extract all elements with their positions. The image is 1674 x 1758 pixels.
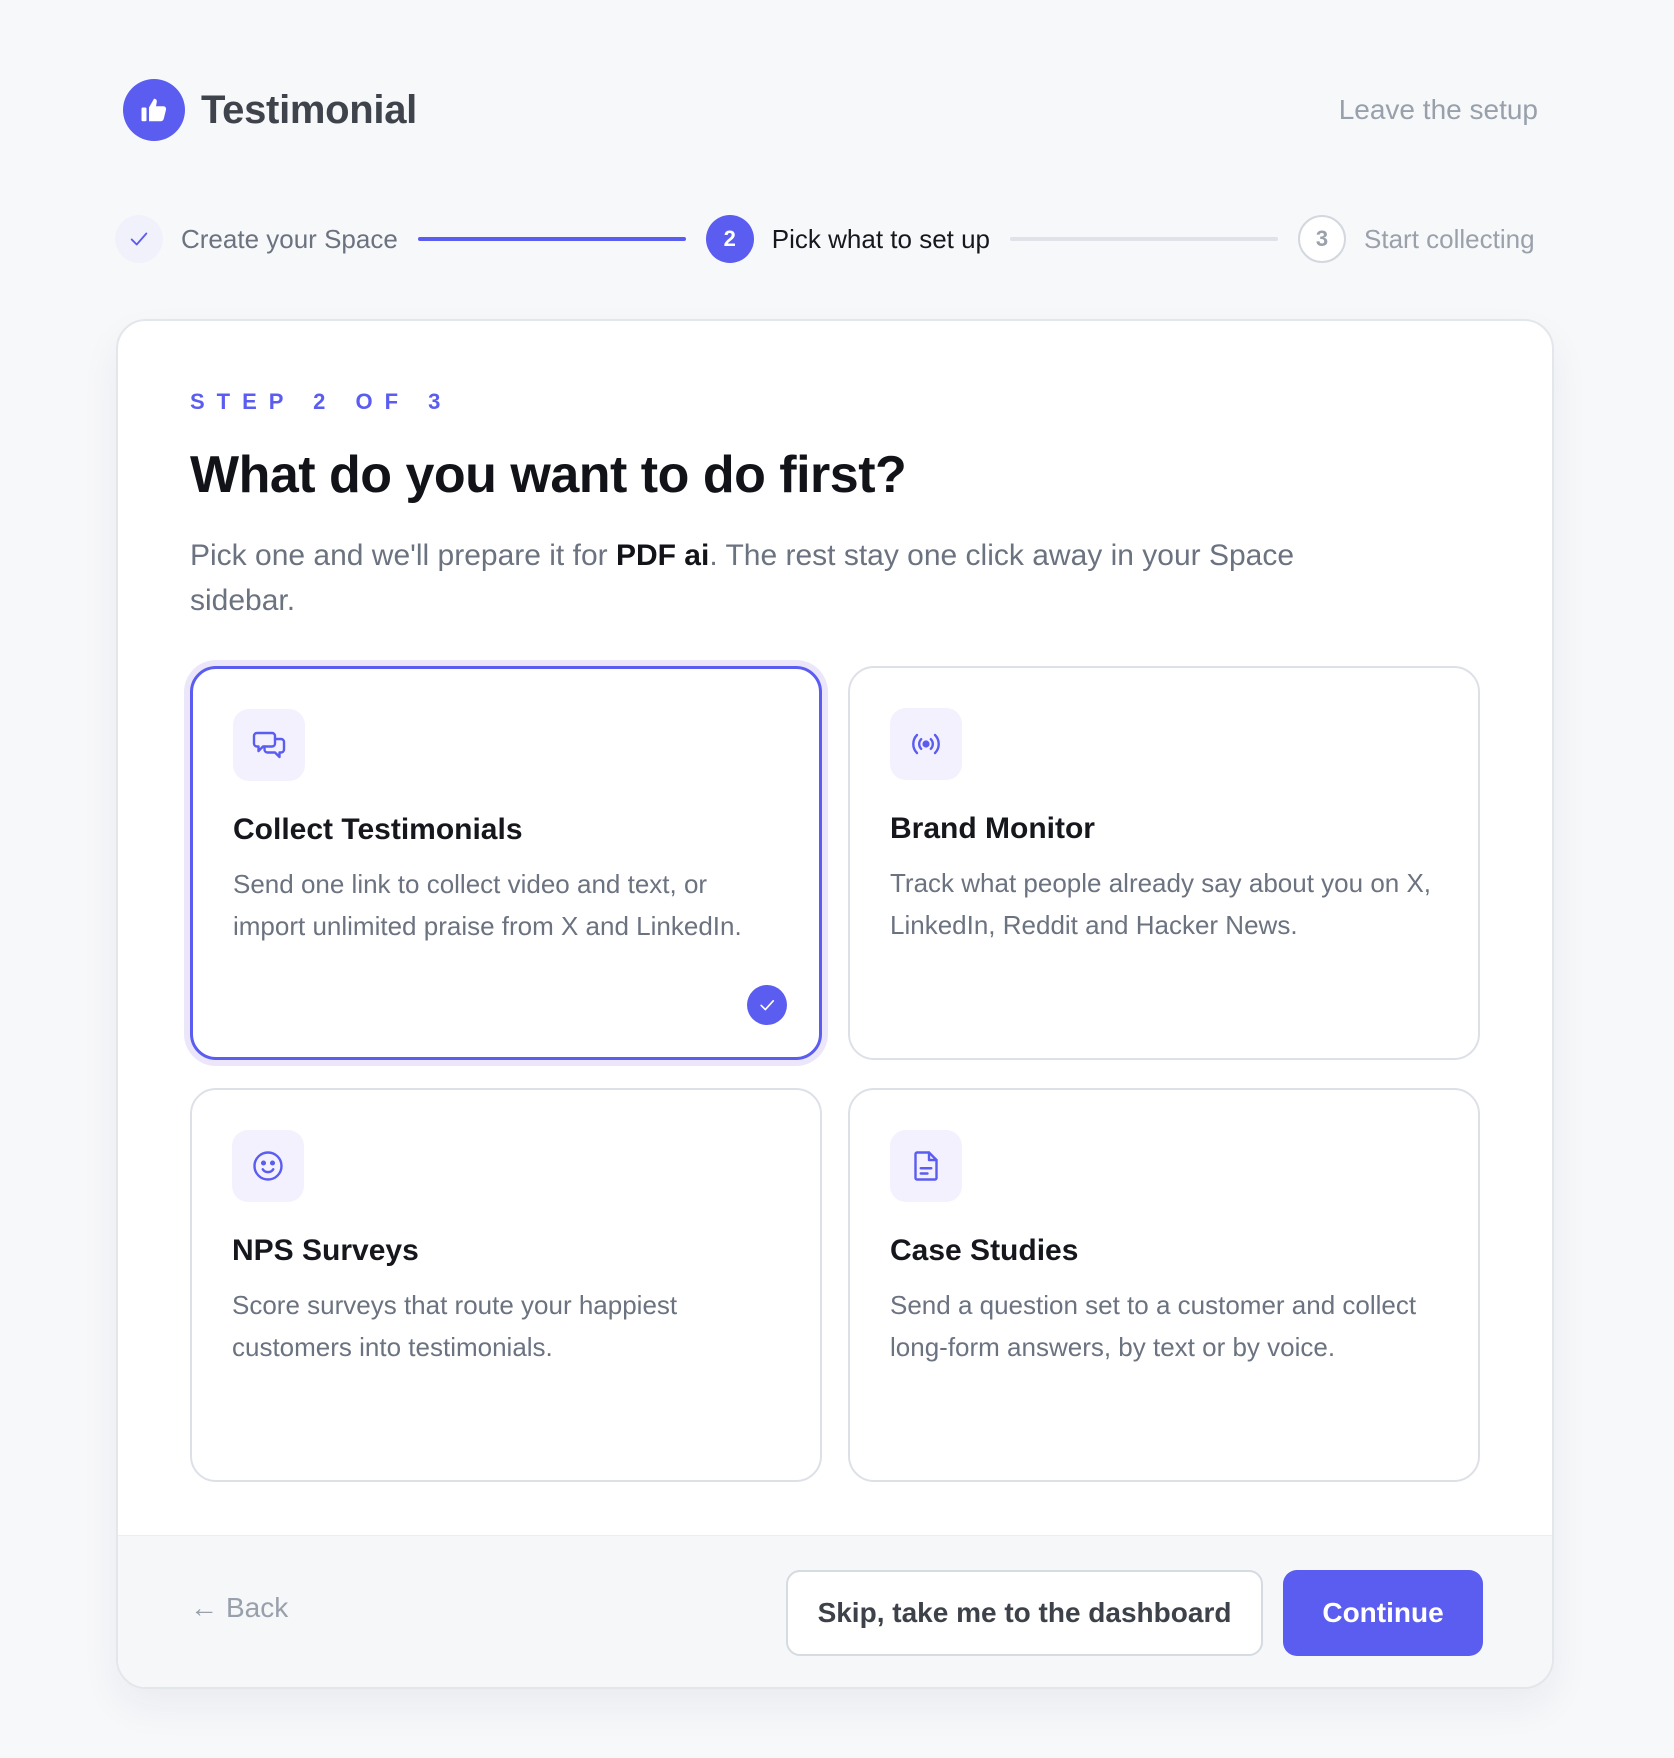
selected-check-icon [747, 985, 787, 1025]
option-title: Case Studies [890, 1234, 1079, 1267]
step-eyebrow: STEP 2 OF 3 [190, 389, 453, 414]
step-label: Create your Space [181, 223, 398, 254]
option-nps-surveys[interactable]: NPS Surveys Score surveys that route you… [190, 1088, 822, 1482]
leave-setup-link[interactable]: Leave the setup [1339, 94, 1538, 126]
page-title: What do you want to do first? [190, 446, 907, 504]
arrow-left-icon: ← [190, 1592, 218, 1623]
step-number: 3 [1298, 215, 1347, 263]
back-button[interactable]: ← Back [190, 1592, 288, 1624]
step-connector [1010, 237, 1279, 241]
subtitle-text: Pick one and we'll prepare it for [190, 539, 616, 572]
onboarding-page: Testimonial Leave the setup Create your … [0, 0, 1674, 1758]
step-pick-setup: 2 Pick what to set up [705, 215, 991, 263]
option-description: Send a question set to a customer and co… [890, 1290, 1417, 1362]
skip-to-dashboard-button[interactable]: Skip, take me to the dashboard [786, 1570, 1263, 1656]
card-header: STEP 2 OF 3 What do you want to do first… [190, 389, 1480, 623]
option-collect-testimonials[interactable]: Collect Testimonials Send one link to co… [190, 666, 822, 1060]
step-number: 2 [705, 215, 754, 263]
option-title: Collect Testimonials [233, 813, 523, 846]
thumbs-up-icon [123, 79, 185, 141]
back-label: Back [226, 1592, 289, 1623]
option-title: NPS Surveys [232, 1234, 419, 1267]
header: Testimonial Leave the setup [123, 79, 1538, 141]
option-title: Brand Monitor [890, 812, 1095, 845]
step-label: Start collecting [1364, 223, 1535, 254]
step-start-collecting: 3 Start collecting [1298, 215, 1535, 263]
continue-button[interactable]: Continue [1283, 1570, 1483, 1656]
stepper: Create your Space 2 Pick what to set up … [115, 212, 1555, 266]
brand-name: Testimonial [201, 87, 417, 132]
step-connector [417, 237, 686, 241]
smiley-icon [232, 1130, 304, 1202]
page-subtitle: Pick one and we'll prepare it for PDF ai… [190, 533, 1350, 623]
option-description: Send one link to collect video and text,… [233, 869, 742, 941]
space-name: PDF ai [615, 539, 710, 572]
card-footer: ← Back Skip, take me to the dashboard Co… [118, 1535, 1552, 1687]
step-label: Pick what to set up [771, 223, 991, 254]
broadcast-icon [890, 708, 962, 780]
options-grid: Collect Testimonials Send one link to co… [190, 666, 1480, 1482]
option-description: Track what people already say about you … [890, 868, 1432, 940]
option-brand-monitor[interactable]: Brand Monitor Track what people already … [848, 666, 1480, 1060]
check-icon [115, 215, 163, 263]
brand[interactable]: Testimonial [123, 79, 417, 141]
chat-bubbles-icon [233, 709, 305, 781]
step-create-space: Create your Space [115, 215, 398, 263]
setup-card: STEP 2 OF 3 What do you want to do first… [116, 319, 1554, 1689]
document-icon [890, 1130, 962, 1202]
option-case-studies[interactable]: Case Studies Send a question set to a cu… [848, 1088, 1480, 1482]
option-description: Score surveys that route your happiest c… [232, 1290, 678, 1362]
